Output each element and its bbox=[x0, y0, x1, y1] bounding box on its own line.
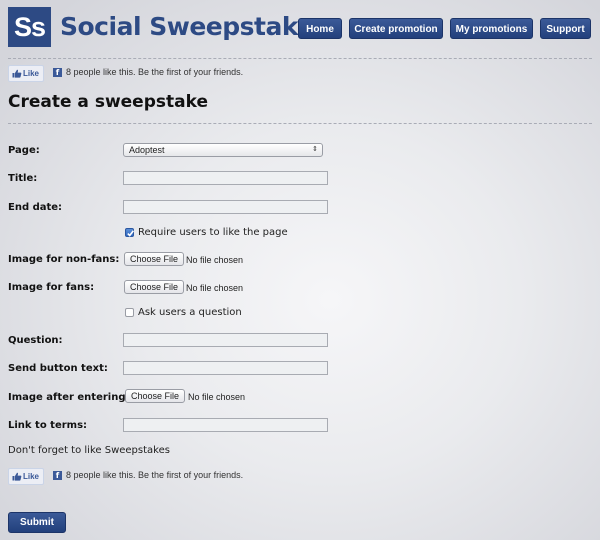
divider bbox=[8, 123, 592, 124]
image-non-fans-label: Image for non-fans: bbox=[8, 254, 120, 265]
image-after-choose-file-button[interactable]: Choose File bbox=[125, 389, 186, 403]
like-button[interactable]: Like bbox=[8, 65, 45, 82]
ask-question-checkbox[interactable] bbox=[125, 308, 134, 317]
image-after-entering-label: Image after entering: bbox=[8, 392, 130, 403]
link-to-terms-input[interactable] bbox=[123, 418, 328, 432]
nav-home-button[interactable]: Home bbox=[298, 18, 342, 39]
require-like-checkbox[interactable] bbox=[125, 228, 135, 237]
image-fans-label: Image for fans: bbox=[8, 282, 95, 293]
send-button-text-input[interactable] bbox=[123, 361, 328, 375]
like-count-text: 8 people like this. Be the first of your… bbox=[66, 470, 244, 480]
like-label: Like bbox=[23, 69, 40, 78]
nav-support-button[interactable]: Support bbox=[540, 18, 591, 39]
divider bbox=[8, 58, 592, 59]
thumbs-up-icon bbox=[12, 69, 22, 78]
page-label: Page: bbox=[8, 145, 40, 156]
select-arrows-icon: ⇕ bbox=[312, 146, 318, 153]
ask-question-label: Ask users a question bbox=[138, 307, 242, 318]
link-to-terms-label: Link to terms: bbox=[8, 420, 88, 431]
question-label: Question: bbox=[8, 335, 63, 346]
checkmark-icon bbox=[127, 230, 135, 237]
logo[interactable]: Ss bbox=[8, 7, 51, 47]
submit-button[interactable]: Submit bbox=[8, 512, 66, 533]
reminder-text: Don't forget to like Sweepstakes bbox=[8, 445, 170, 456]
image-fans-status: No file chosen bbox=[186, 283, 244, 293]
require-like-label: Require users to like the page bbox=[138, 227, 288, 238]
end-date-input[interactable] bbox=[123, 200, 328, 214]
title-label: Title: bbox=[8, 173, 38, 184]
nav-my-promotions-button[interactable]: My promotions bbox=[450, 18, 533, 39]
image-non-fans-choose-file-button[interactable]: Choose File bbox=[124, 252, 185, 266]
image-non-fans-status: No file chosen bbox=[186, 255, 244, 265]
nav-create-promotion-button[interactable]: Create promotion bbox=[349, 18, 443, 39]
thumbs-up-icon bbox=[12, 472, 22, 481]
like-button[interactable]: Like bbox=[8, 468, 45, 485]
image-after-status: No file chosen bbox=[188, 392, 246, 402]
question-input[interactable] bbox=[123, 333, 328, 347]
end-date-label: End date: bbox=[8, 202, 63, 213]
page-title: Create a sweepstake bbox=[8, 92, 208, 112]
page-select-value: Adoptest bbox=[129, 145, 165, 155]
like-count-text: 8 people like this. Be the first of your… bbox=[66, 67, 244, 77]
facebook-icon: f bbox=[53, 471, 62, 480]
page-select[interactable]: Adoptest ⇕ bbox=[123, 143, 323, 157]
facebook-icon: f bbox=[53, 68, 62, 77]
brand-name: Social Sweepstakes bbox=[60, 12, 329, 41]
like-label: Like bbox=[23, 472, 40, 481]
image-fans-choose-file-button[interactable]: Choose File bbox=[124, 280, 185, 294]
send-button-text-label: Send button text: bbox=[8, 363, 108, 374]
title-input[interactable] bbox=[123, 171, 328, 185]
